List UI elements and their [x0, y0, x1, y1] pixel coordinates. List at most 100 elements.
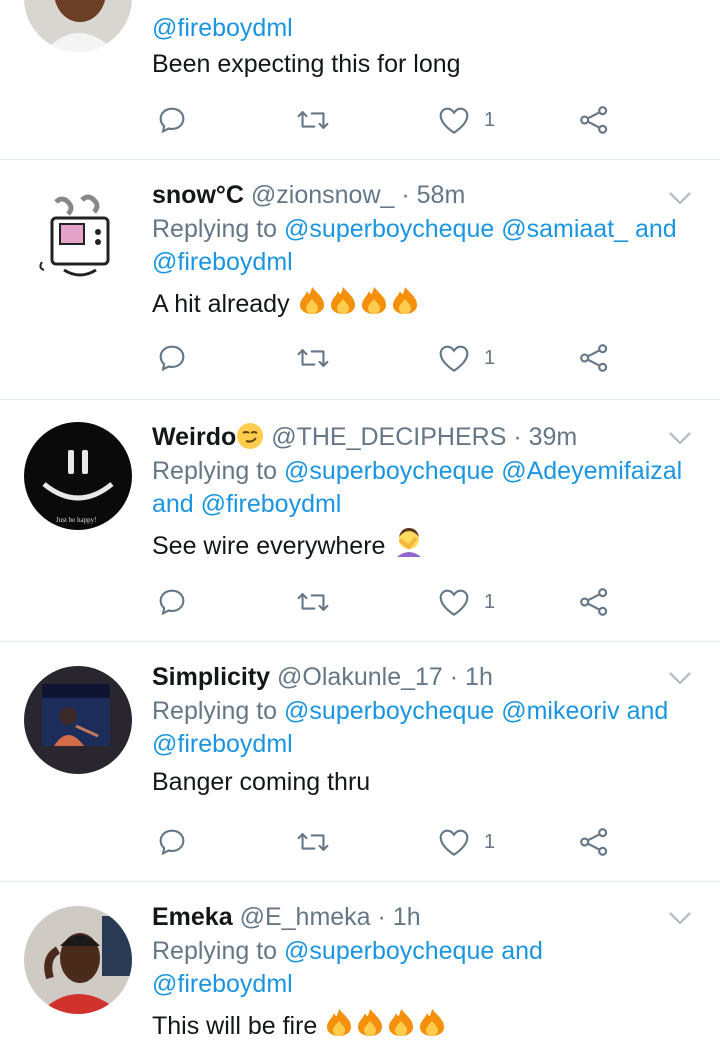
heart-icon — [439, 589, 469, 616]
mention-link[interactable]: @superboycheque and — [284, 937, 543, 965]
user-handle[interactable]: @E_hmeka — [240, 903, 371, 931]
avatar[interactable] — [24, 906, 132, 1014]
reply-button[interactable] — [156, 822, 188, 862]
user-handle[interactable]: @Olakunle_17 — [277, 663, 443, 691]
mention-link[interactable]: @superboycheque @samiaat_ and — [284, 215, 677, 243]
fire-emoji — [299, 285, 420, 322]
heart-icon — [439, 829, 469, 856]
share-button[interactable] — [578, 822, 610, 862]
share-button[interactable] — [578, 338, 610, 378]
action-bar: 1 — [152, 822, 622, 862]
like-button[interactable]: 1 — [438, 100, 495, 140]
share-icon — [580, 828, 608, 856]
share-button[interactable] — [578, 582, 610, 622]
smirk-emoji — [237, 423, 264, 449]
mention-link[interactable]: @fireboydml — [152, 730, 293, 758]
avatar[interactable]: Just be happy! — [24, 422, 132, 530]
reply-icon — [159, 829, 185, 856]
action-bar: 1 — [152, 582, 622, 622]
reply-context: @fireboydml — [152, 12, 696, 45]
mention-link[interactable]: @fireboydml — [152, 14, 293, 42]
avatar[interactable] — [24, 666, 132, 774]
mention-link[interactable]: @superboycheque @Adeyemifaizal — [284, 457, 682, 485]
retweet-icon — [297, 833, 329, 851]
tweet-text: This will be fire — [152, 1007, 696, 1044]
chevron-down-icon[interactable] — [668, 670, 692, 686]
tweet-text-content: This will be fire — [152, 1012, 318, 1040]
tweet-text: A hit already — [152, 285, 696, 322]
share-button[interactable] — [578, 100, 610, 140]
reply-context: Replying to @superboycheque @Adeyemifaiz… — [152, 455, 696, 521]
like-count: 1 — [484, 590, 496, 613]
replying-to-label: Replying to — [152, 215, 278, 243]
reply-icon — [159, 107, 185, 134]
reply-button[interactable] — [156, 338, 188, 378]
user-handle[interactable]: @zionsnow_ — [251, 181, 395, 209]
chevron-down-icon[interactable] — [668, 430, 692, 446]
avatar-caption: Just be happy! — [56, 516, 96, 524]
like-count: 1 — [484, 830, 496, 853]
avatar[interactable] — [24, 182, 132, 290]
action-bar: 1 — [152, 338, 622, 378]
tweet-text-content: A hit already — [152, 290, 290, 318]
tweet-header: snow°C @zionsnow_ · 58m — [152, 180, 696, 210]
reply-context: Replying to @superboycheque @mikeoriv an… — [152, 695, 696, 761]
tweet-header: Weirdo @THE_DECIPHERS · 39m — [152, 422, 696, 452]
display-name[interactable]: Weirdo — [152, 423, 236, 451]
reply-context: Replying to @superboycheque and @fireboy… — [152, 935, 696, 1001]
heart-icon — [439, 107, 469, 134]
mention-link[interactable]: @superboycheque @mikeoriv and — [284, 697, 668, 725]
retweet-button[interactable] — [296, 822, 330, 862]
share-icon — [580, 344, 608, 372]
retweet-button[interactable] — [296, 338, 330, 378]
reply-icon — [159, 345, 185, 372]
heart-icon — [439, 345, 469, 372]
mention-link[interactable]: @fireboydml — [152, 970, 293, 998]
action-bar: 1 — [152, 100, 622, 140]
like-count: 1 — [484, 346, 496, 369]
timestamp[interactable]: · 58m — [401, 181, 465, 209]
chevron-down-icon[interactable] — [668, 910, 692, 926]
reply-icon — [159, 589, 185, 616]
display-name[interactable]: Simplicity — [152, 663, 270, 691]
tweet-item[interactable]: @fireboydml Been expecting this for long… — [0, 0, 720, 160]
like-button[interactable]: 1 — [438, 582, 495, 622]
like-count: 1 — [484, 108, 496, 131]
mention-link[interactable]: and @fireboydml — [152, 490, 341, 518]
tweet-text: See wire everywhere — [152, 527, 696, 564]
tweet-item[interactable]: Simplicity @Olakunle_17 · 1h Replying to… — [0, 642, 720, 882]
timestamp[interactable]: · 1h — [378, 903, 421, 931]
retweet-icon — [297, 593, 329, 611]
user-handle[interactable]: @THE_DECIPHERS — [271, 423, 506, 451]
tweet-item[interactable]: Emeka @E_hmeka · 1h Replying to @superbo… — [0, 882, 720, 1064]
tweet-header: Simplicity @Olakunle_17 · 1h — [152, 662, 696, 692]
tweet-header: Emeka @E_hmeka · 1h — [152, 902, 696, 932]
display-name[interactable]: snow°C — [152, 181, 244, 209]
tweet-item[interactable]: Just be happy! Weirdo @THE_DECIPHERS · 3… — [0, 400, 720, 642]
replying-to-label: Replying to — [152, 937, 278, 965]
timestamp[interactable]: · 39m — [513, 423, 577, 451]
retweet-button[interactable] — [296, 582, 330, 622]
tweet-text: Been expecting this for long — [152, 50, 461, 78]
fire-emoji — [327, 1007, 447, 1044]
facepalm-emoji — [395, 527, 423, 564]
retweet-icon — [297, 349, 329, 367]
avatar[interactable] — [24, 0, 132, 52]
like-button[interactable]: 1 — [438, 338, 495, 378]
tweet-text: Banger coming thru — [152, 768, 371, 796]
share-icon — [580, 106, 608, 134]
reply-context: Replying to @superboycheque @samiaat_ an… — [152, 213, 696, 279]
share-icon — [580, 588, 608, 616]
display-name[interactable]: Emeka — [152, 903, 233, 931]
chevron-down-icon[interactable] — [668, 190, 692, 206]
timestamp[interactable]: · 1h — [450, 663, 493, 691]
replying-to-label: Replying to — [152, 457, 278, 485]
replying-to-label: Replying to — [152, 697, 278, 725]
retweet-button[interactable] — [296, 100, 330, 140]
mention-link[interactable]: @fireboydml — [152, 248, 293, 276]
tweet-text-content: See wire everywhere — [152, 532, 386, 560]
like-button[interactable]: 1 — [438, 822, 495, 862]
tweet-item[interactable]: snow°C @zionsnow_ · 58m Replying to @sup… — [0, 160, 720, 400]
reply-button[interactable] — [156, 100, 188, 140]
reply-button[interactable] — [156, 582, 188, 622]
